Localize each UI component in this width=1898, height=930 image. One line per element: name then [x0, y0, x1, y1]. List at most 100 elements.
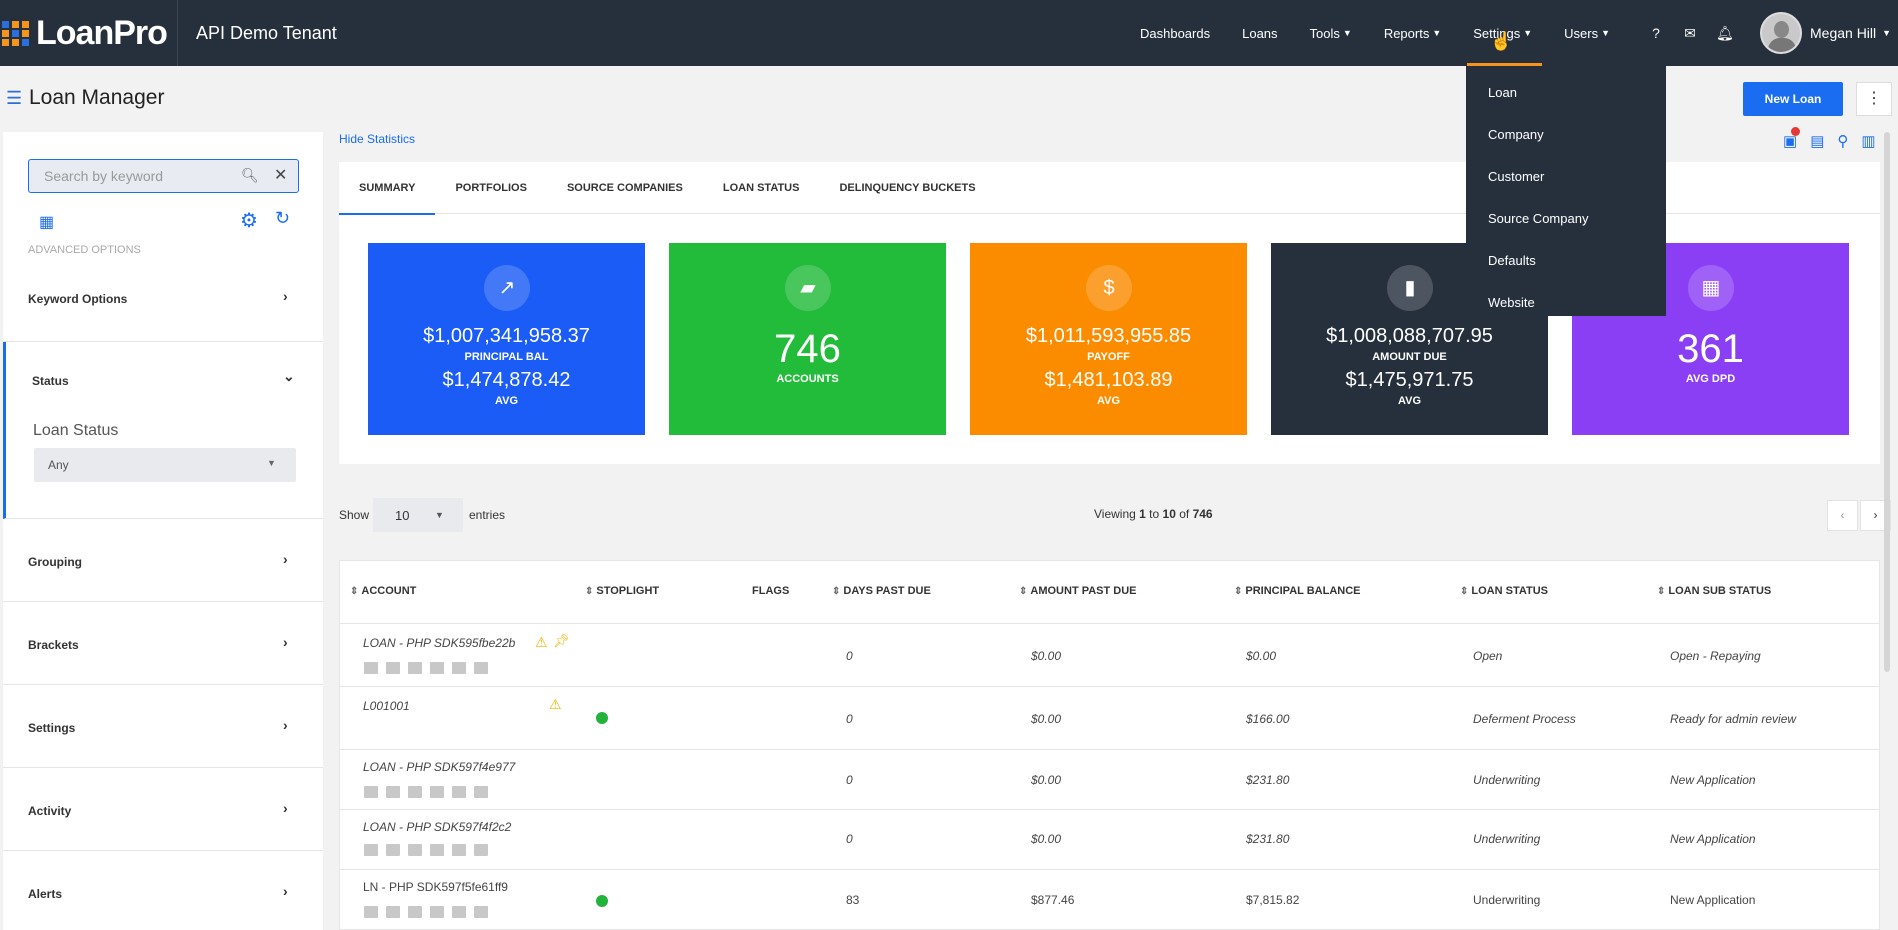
list-icon[interactable] [430, 662, 444, 674]
mail-icon[interactable] [386, 662, 400, 674]
dpd-value: 0 [846, 773, 853, 787]
money-icon[interactable] [452, 906, 466, 918]
page-size-select[interactable]: 10 ▼ [373, 498, 463, 532]
envelope-open-icon[interactable] [474, 844, 488, 856]
tab-loan-status[interactable]: LOAN STATUS [703, 162, 820, 214]
hamburger-menu-icon[interactable]: ☰ [6, 88, 22, 109]
search-input[interactable]: Search by keyword 🔍︎ ✕ [28, 159, 299, 193]
calendar-check-icon[interactable]: ▣ [1783, 127, 1800, 150]
list-icon[interactable] [430, 906, 444, 918]
nav-tools[interactable]: Tools ▼ [1310, 0, 1352, 66]
close-icon[interactable]: ✕ [274, 165, 287, 185]
gear-icon[interactable]: ⚙ [240, 208, 258, 233]
table-row[interactable]: LOAN - PHP SDK597f4e977 0 $0.00 $231.80 … [340, 749, 1879, 809]
envelope-open-icon[interactable] [474, 786, 488, 798]
menu-item-defaults[interactable]: Defaults [1466, 240, 1666, 282]
activity-section[interactable]: Activity › [3, 768, 323, 851]
tab-delinquency-buckets[interactable]: DELINQUENCY BUCKETS [819, 162, 995, 214]
add-icon[interactable] [364, 786, 378, 798]
phone-icon[interactable] [408, 662, 422, 674]
column-header-loan-status[interactable]: ⇕ LOAN STATUS [1460, 585, 1548, 597]
menu-item-loan[interactable]: Loan [1466, 72, 1666, 114]
tab-portfolios[interactable]: PORTFOLIOS [435, 162, 547, 214]
loan-sub-status-value: Ready for admin review [1670, 712, 1797, 726]
nav-loans[interactable]: Loans [1242, 0, 1277, 66]
table-row[interactable]: LN - PHP SDK597f5fe61ff9 83 $877.46 $7,8… [340, 869, 1879, 930]
menu-item-company[interactable]: Company [1466, 114, 1666, 156]
menu-item-website[interactable]: Website [1466, 282, 1666, 324]
list-icon[interactable] [430, 786, 444, 798]
nav-loans-label: Loans [1242, 25, 1278, 41]
avatar [1760, 12, 1802, 54]
account-link[interactable]: LN - PHP SDK597f5fe61ff9 [363, 880, 518, 894]
money-icon[interactable] [452, 662, 466, 674]
mail-icon[interactable] [386, 906, 400, 918]
brackets-section[interactable]: Brackets › [3, 602, 323, 685]
sort-icon: ⇕ [832, 586, 841, 597]
keyword-options-section[interactable]: Keyword Options › [3, 260, 323, 342]
show-label: Show [339, 508, 370, 522]
payoff-avg-label: AVG [1096, 395, 1121, 407]
envelope-open-icon[interactable] [474, 662, 488, 674]
column-header-principal-balance[interactable]: ⇕ PRINCIPAL BALANCE [1234, 585, 1361, 597]
money-icon[interactable] [452, 844, 466, 856]
table-row[interactable]: LOAN - PHP SDK597f4f2c2 0 $0.00 $231.80 … [340, 809, 1879, 869]
loan-status-select[interactable]: Any ▼ [34, 448, 296, 482]
dpd-value: 0 [846, 712, 853, 726]
phone-icon[interactable] [408, 844, 422, 856]
nav-dashboards-label: Dashboards [1140, 25, 1211, 41]
chevron-down-icon[interactable]: ⌄ [283, 368, 295, 385]
dashboard-grid-icon[interactable]: ▦ [39, 212, 54, 232]
nav-reports[interactable]: Reports ▼ [1384, 0, 1441, 66]
column-header-account[interactable]: ⇕ ACCOUNT [350, 585, 416, 597]
list-icon[interactable] [430, 844, 444, 856]
nav-dashboards[interactable]: Dashboards [1140, 0, 1210, 66]
map-pin-icon[interactable]: ⚲ [1837, 132, 1848, 150]
table-row[interactable]: L001001 ⚠ 0 $0.00 $166.00 Deferment Proc… [340, 686, 1879, 749]
nav-users[interactable]: Users ▼ [1564, 0, 1610, 66]
mail-icon[interactable]: ✉ [1682, 25, 1698, 42]
mail-icon[interactable] [386, 844, 400, 856]
bell-icon[interactable]: 🔔︎ [1716, 25, 1734, 42]
principal-balance-value: $1,007,341,958.37 [423, 325, 590, 347]
loanpro-logo[interactable]: LoanPro [0, 0, 178, 66]
mail-icon[interactable] [386, 786, 400, 798]
add-icon[interactable] [364, 906, 378, 918]
more-options-icon[interactable]: ⋮ [1856, 82, 1892, 116]
user-menu[interactable]: Megan Hill ▼ [1760, 12, 1891, 54]
envelope-open-icon[interactable] [474, 906, 488, 918]
caret-down-icon: ▼ [435, 510, 444, 520]
status-label[interactable]: Status [32, 374, 69, 388]
columns-icon[interactable]: ▥ [1861, 132, 1875, 150]
phone-icon[interactable] [408, 786, 422, 798]
column-header-loan-sub-status[interactable]: ⇕ LOAN SUB STATUS [1657, 585, 1771, 597]
column-header-amount-past-due[interactable]: ⇕ AMOUNT PAST DUE [1019, 585, 1137, 597]
account-link[interactable]: LOAN - PHP SDK597f4e977 [363, 760, 518, 774]
menu-item-customer[interactable]: Customer [1466, 156, 1666, 198]
hide-statistics-link[interactable]: Hide Statistics [339, 132, 415, 146]
menu-item-source-company[interactable]: Source Company [1466, 198, 1666, 240]
calendar-icon[interactable]: ▤ [1810, 132, 1824, 150]
phone-icon[interactable] [408, 906, 422, 918]
help-icon[interactable]: ? [1648, 25, 1664, 41]
new-loan-button[interactable]: New Loan [1743, 82, 1843, 116]
settings-section[interactable]: Settings › [3, 685, 323, 768]
viewing-of-word: of [1175, 507, 1193, 521]
tab-source-companies[interactable]: SOURCE COMPANIES [547, 162, 703, 214]
account-link[interactable]: LOAN - PHP SDK595fbe22b [363, 636, 518, 650]
prev-page-icon[interactable]: ‹ [1827, 500, 1858, 531]
search-icon[interactable]: 🔍︎ [241, 167, 259, 184]
tab-summary[interactable]: SUMMARY [339, 162, 436, 215]
account-link[interactable]: L001001 [363, 699, 518, 713]
column-header-dpd[interactable]: ⇕ DAYS PAST DUE [832, 585, 931, 597]
table-row[interactable]: LOAN - PHP SDK595fbe22b ⚠ 📌︎ 0 $0.00 $0.… [340, 623, 1879, 686]
refresh-icon[interactable]: ↻ [275, 208, 290, 229]
money-icon[interactable] [452, 786, 466, 798]
add-icon[interactable] [364, 844, 378, 856]
page-scrollbar[interactable] [1884, 132, 1890, 672]
column-header-stoplight[interactable]: ⇕ STOPLIGHT [585, 585, 659, 597]
alerts-section[interactable]: Alerts › [3, 851, 323, 930]
account-link[interactable]: LOAN - PHP SDK597f4f2c2 [363, 820, 518, 834]
grouping-section[interactable]: Grouping › [3, 519, 323, 602]
add-icon[interactable] [364, 662, 378, 674]
